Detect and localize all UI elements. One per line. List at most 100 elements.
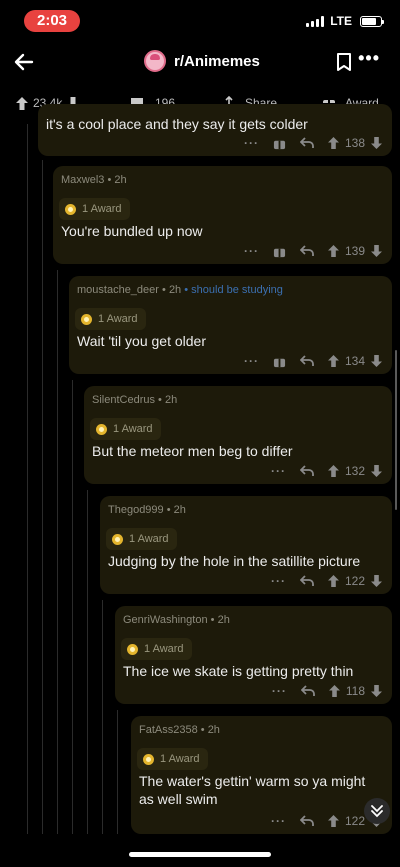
thread-line <box>57 270 58 834</box>
comment-author[interactable]: SilentCedrus <box>92 394 155 406</box>
reply-icon[interactable] <box>300 685 315 697</box>
award-badge[interactable]: 1 Award <box>59 198 130 220</box>
reply-icon[interactable] <box>299 815 314 827</box>
downvote-arrow-icon[interactable] <box>371 685 382 697</box>
more-options-icon[interactable]: ••• <box>358 48 380 69</box>
comment-author[interactable]: FatAss2358 <box>139 724 198 736</box>
more-options-icon[interactable]: ··· <box>244 354 259 368</box>
bookmark-icon[interactable] <box>336 52 352 72</box>
comment-time: 2h <box>164 394 178 406</box>
reply-icon[interactable] <box>299 575 314 587</box>
comment-body-line: The water's gettin' warm so ya might <box>139 773 366 789</box>
comment-meta: FatAss2358 • 2h <box>139 724 220 736</box>
separator-dot: • <box>158 394 165 406</box>
comment-card: moustache_deer • 2h • should be studying… <box>69 276 392 374</box>
status-bar: 2:03 LTE <box>0 0 400 40</box>
reply-icon[interactable] <box>299 137 314 149</box>
comment-author[interactable]: Maxwel3 <box>61 174 104 186</box>
comment-body-line: Judging by the hole in the satillite pic… <box>108 553 361 569</box>
upvote-arrow-icon[interactable] <box>327 245 339 257</box>
downvote-arrow-icon[interactable] <box>371 575 382 587</box>
award-badge[interactable]: 1 Award <box>90 418 161 440</box>
comment-score: 138 <box>344 136 365 150</box>
comment-body: You're bundled up now <box>61 222 203 240</box>
comment-score: 134 <box>344 354 365 368</box>
comment-score: 118 <box>345 684 365 698</box>
award-icon <box>143 753 154 765</box>
award-count: 1 Award <box>98 313 138 325</box>
upvote-arrow-icon[interactable] <box>328 685 340 697</box>
comment-score: 139 <box>344 244 365 258</box>
reply-icon[interactable] <box>299 355 314 367</box>
signal-icon <box>306 15 325 27</box>
downvote-arrow-icon[interactable] <box>371 245 382 257</box>
award-badge[interactable]: 1 Award <box>121 638 192 660</box>
subreddit-name: r/Animemes <box>174 52 260 70</box>
upvote-arrow-icon[interactable] <box>327 355 339 367</box>
comment-author[interactable]: moustache_deer <box>77 284 159 296</box>
award-icon <box>112 533 123 545</box>
more-options-icon[interactable]: ··· <box>271 574 286 588</box>
thread-line <box>27 124 28 834</box>
scrollbar[interactable] <box>395 350 397 510</box>
award-icon <box>127 643 138 655</box>
award-icon <box>96 423 107 435</box>
upvote-arrow-icon[interactable] <box>327 815 339 827</box>
comment-time: 2h <box>173 504 186 516</box>
comment-body: Judging by the hole in the satillite pic… <box>108 552 360 570</box>
status-indicators: LTE <box>306 14 384 28</box>
downvote-arrow-icon[interactable] <box>371 137 382 149</box>
comment-time: 2h <box>168 284 182 296</box>
award-badge[interactable]: 1 Award <box>75 308 146 330</box>
comment-body: it's a cool place and they say it gets c… <box>46 116 308 132</box>
comment-body-line: But the meteor men beg to differ <box>92 443 293 459</box>
award-badge[interactable]: 1 Award <box>106 528 177 550</box>
next-comment-button[interactable] <box>364 798 390 824</box>
thread-line <box>42 160 43 834</box>
comment-body: The water's gettin' warm so ya might as w… <box>139 772 365 808</box>
reply-icon[interactable] <box>299 465 314 477</box>
award-badge[interactable]: 1 Award <box>137 748 208 770</box>
more-options-icon[interactable]: ··· <box>244 244 259 258</box>
more-options-icon[interactable]: ··· <box>271 464 286 478</box>
upvote-arrow-icon[interactable] <box>16 96 28 110</box>
gift-icon[interactable] <box>273 355 286 368</box>
comment-actions: ··· 118 <box>272 684 382 698</box>
comment-meta: Maxwel3 • 2h <box>61 174 127 186</box>
comment-actions: ··· 122 <box>271 574 382 588</box>
more-options-icon[interactable]: ··· <box>244 136 259 150</box>
comment-actions: ··· 134 <box>244 354 382 368</box>
thread-line <box>117 710 118 834</box>
comment-author[interactable]: Thegod999 <box>108 504 164 516</box>
upvote-arrow-icon[interactable] <box>327 575 339 587</box>
comment-card: FatAss2358 • 2h 1 Award The water's gett… <box>131 716 392 834</box>
comment-vote: 132 <box>327 464 382 478</box>
upvote-arrow-icon[interactable] <box>327 137 339 149</box>
top-nav: r/Animemes ••• <box>0 46 400 82</box>
downvote-arrow-icon[interactable] <box>371 465 382 477</box>
separator-dot: • <box>200 724 208 736</box>
award-count: 1 Award <box>160 753 200 765</box>
award-count: 1 Award <box>82 203 122 215</box>
comment-body: But the meteor men beg to differ <box>92 442 293 460</box>
comment-author[interactable]: GenriWashington <box>123 614 208 626</box>
award-count: 1 Award <box>144 643 184 655</box>
subreddit-header[interactable]: r/Animemes <box>144 50 260 72</box>
more-options-icon[interactable]: ··· <box>271 814 286 828</box>
upvote-arrow-icon[interactable] <box>327 465 339 477</box>
comment-card: Maxwel3 • 2h 1 Award You're bundled up n… <box>53 166 392 264</box>
more-options-icon[interactable]: ··· <box>272 684 287 698</box>
home-indicator[interactable] <box>129 852 271 857</box>
comment-score: 122 <box>344 814 365 828</box>
gift-icon[interactable] <box>273 245 286 258</box>
comment-card: Thegod999 • 2h 1 Award Judging by the ho… <box>100 496 392 594</box>
separator-dot: • <box>162 284 169 296</box>
reply-icon[interactable] <box>299 245 314 257</box>
gift-icon[interactable] <box>273 137 286 150</box>
comment-body-line: The ice we skate is getting pretty thin <box>123 663 354 679</box>
downvote-arrow-icon[interactable] <box>371 355 382 367</box>
comment-time: 2h <box>114 174 127 186</box>
award-count: 1 Award <box>113 423 153 435</box>
award-count: 1 Award <box>129 533 169 545</box>
back-arrow-icon[interactable] <box>12 50 36 74</box>
